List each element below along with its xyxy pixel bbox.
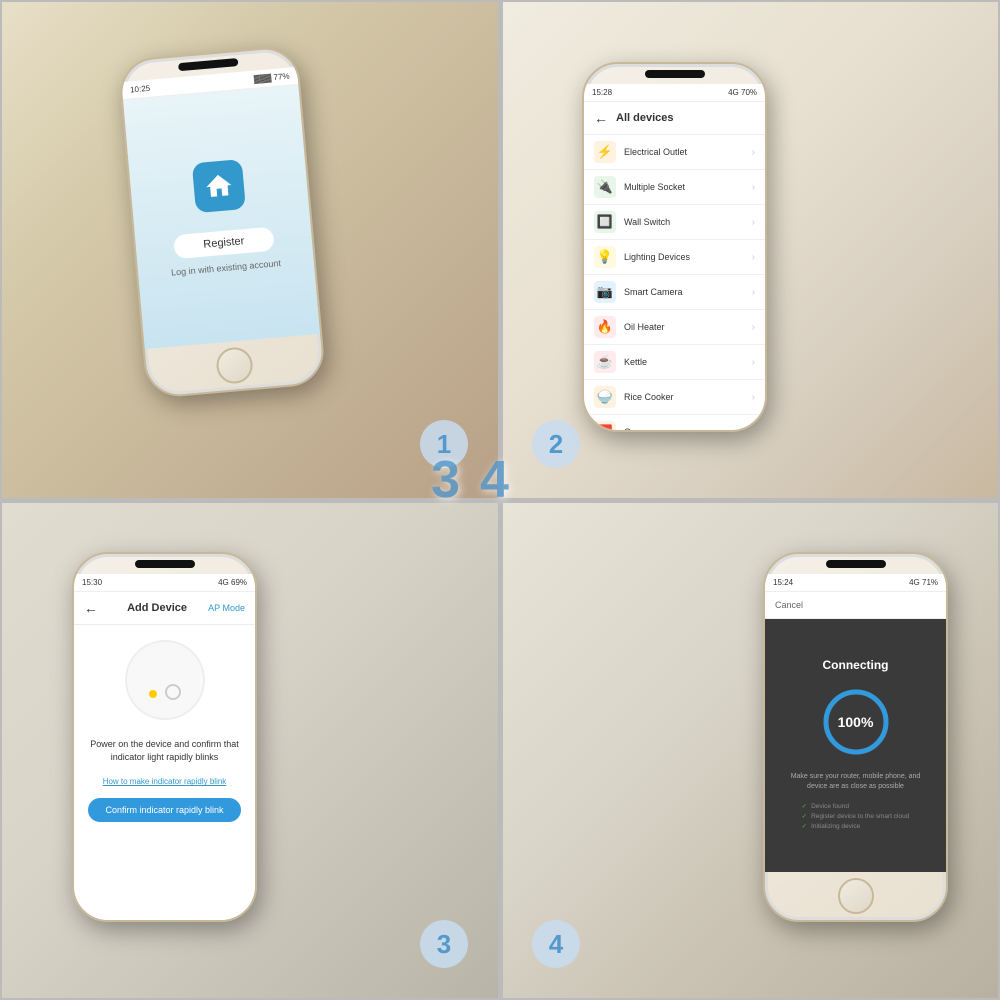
phone-notch-4 (826, 560, 886, 568)
connecting-content: Connecting 100% Make sure your router, m… (765, 619, 946, 872)
phone-notch-2 (645, 70, 705, 78)
register-screen: Register Log in with existing account (123, 85, 320, 349)
connecting-header: Cancel (765, 592, 946, 619)
list-item[interactable]: 🟥 Oven › (584, 415, 765, 430)
phone-3: 15:30 4G 69% ← Add Device AP Mode (72, 552, 257, 922)
center-step-4: 4 (480, 450, 509, 510)
screen-header-2: ← All devices (584, 102, 765, 135)
screen-1: Register Log in with existing account (123, 85, 320, 349)
list-item[interactable]: 🔲 Wall Switch › (584, 205, 765, 240)
check-icon-1: ✓ (802, 803, 807, 810)
list-item[interactable]: ☕ Kettle › (584, 345, 765, 380)
ap-mode-label[interactable]: AP Mode (208, 603, 245, 613)
screen-4: Cancel Connecting 100% Make sure your ro… (765, 592, 946, 872)
confirm-blink-button[interactable]: Confirm indicator rapidly blink (88, 798, 241, 822)
center-step-3: 3 (431, 450, 460, 510)
check-icon-2: ✓ (802, 813, 807, 820)
status-bar-2: 15:28 4G 70% (584, 84, 765, 102)
register-button[interactable]: Register (172, 227, 275, 260)
step-badge-3: 3 (420, 920, 468, 968)
check-icon-3: ✓ (802, 823, 807, 830)
device-list: ⚡ Electrical Outlet › 🔌 Multiple Socket … (584, 135, 765, 430)
blink-link[interactable]: How to make indicator rapidly blink (74, 771, 255, 792)
phone-notch-1 (178, 58, 238, 71)
list-item[interactable]: 💡 Lighting Devices › (584, 240, 765, 275)
connecting-description: Make sure your router, mobile phone, and… (765, 772, 946, 792)
screen-3: ← Add Device AP Mode Power on the device… (74, 592, 255, 920)
screen-2: ← All devices ⚡ Electrical Outlet › 🔌 Mu… (584, 102, 765, 430)
step-numbers-center: 3 4 (431, 450, 509, 510)
step-badge-4: 4 (532, 920, 580, 968)
step-device-found: ✓Device found (802, 802, 910, 812)
all-devices-screen: ← All devices ⚡ Electrical Outlet › 🔌 Mu… (584, 102, 765, 430)
instruction-text: Power on the device and confirm that ind… (74, 730, 255, 771)
phone-4: 15:24 4G 71% Cancel Connecting (763, 552, 948, 922)
back-arrow-2[interactable]: ← (594, 110, 608, 126)
progress-circle: 100% (821, 687, 891, 757)
add-device-title: Add Device (127, 602, 187, 614)
screen-title-2: All devices (616, 112, 673, 124)
list-item[interactable]: ⚡ Electrical Outlet › (584, 135, 765, 170)
step-badge-2: 2 (532, 420, 580, 468)
home-button-1[interactable] (215, 346, 254, 385)
login-link[interactable]: Log in with existing account (171, 258, 282, 278)
cell-3: 15:30 4G 69% ← Add Device AP Mode (0, 500, 500, 1000)
cell-1: 10:25 ▓▓▓ 77% Register Log in with exist… (0, 0, 500, 500)
connecting-screen: Cancel Connecting 100% Make sure your ro… (765, 592, 946, 872)
step-initialize: ✓Initializing device (802, 822, 910, 832)
app-icon (192, 159, 246, 213)
list-item[interactable]: 🔥 Oil Heater › (584, 310, 765, 345)
add-device-screen: ← Add Device AP Mode Power on the device… (74, 592, 255, 920)
status-bar-3: 15:30 4G 69% (74, 574, 255, 592)
step-register: ✓Register device to the smart cloud (802, 812, 910, 822)
connecting-steps-list: ✓Device found ✓Register device to the sm… (787, 802, 925, 833)
power-icon (165, 684, 181, 700)
indicator-dot (149, 690, 157, 698)
status-bar-4: 15:24 4G 71% (765, 574, 946, 592)
cell-2: 15:28 4G 70% ← All devices ⚡ Electrical … (500, 0, 1000, 500)
back-arrow-3[interactable]: ← (84, 600, 98, 616)
connecting-title: Connecting (823, 658, 889, 672)
home-button-4[interactable] (838, 878, 874, 914)
list-item[interactable]: 🍚 Rice Cooker › (584, 380, 765, 415)
progress-percent: 100% (838, 714, 874, 730)
device-circle (125, 640, 205, 720)
device-visual (74, 625, 255, 730)
home-icon (203, 170, 236, 203)
add-device-header: ← Add Device AP Mode (74, 592, 255, 625)
phone-2: 15:28 4G 70% ← All devices ⚡ Electrical … (582, 62, 767, 432)
cancel-label[interactable]: Cancel (775, 600, 803, 610)
phone-1: 10:25 ▓▓▓ 77% Register Log in with exist… (118, 45, 327, 399)
list-item[interactable]: 🔌 Multiple Socket › (584, 170, 765, 205)
cell-4: 15:24 4G 71% Cancel Connecting (500, 500, 1000, 1000)
list-item[interactable]: 📷 Smart Camera › (584, 275, 765, 310)
phone-notch-3 (135, 560, 195, 568)
